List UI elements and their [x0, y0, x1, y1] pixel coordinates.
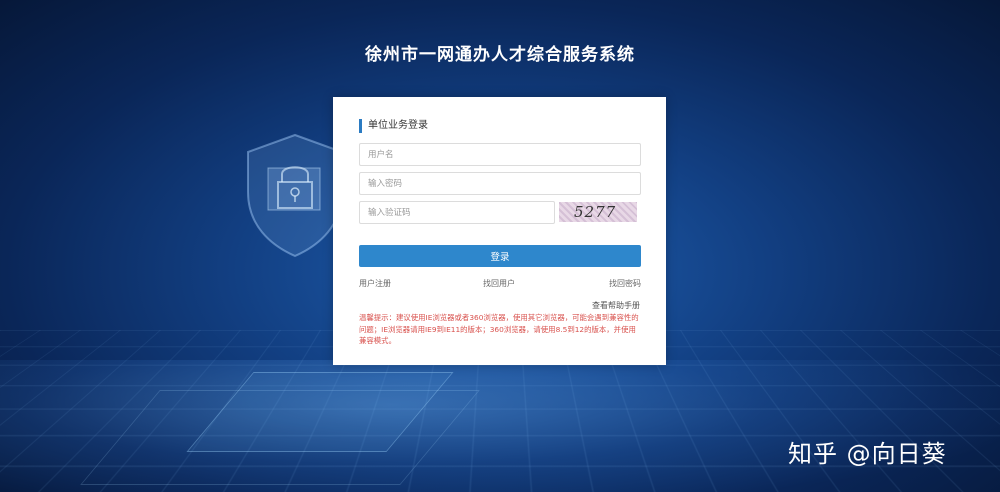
recover-password-link[interactable]: 找回密码 [609, 278, 641, 289]
login-button[interactable]: 登录 [359, 245, 641, 267]
page-title: 徐州市一网通办人才综合服务系统 [365, 45, 635, 65]
browser-tip: 温馨提示：建议使用IE浏览器或者360浏览器，使用其它浏览器，可能会遇到兼容性的… [359, 313, 639, 345]
captcha-image[interactable]: 5277 [559, 202, 637, 222]
register-link[interactable]: 用户注册 [359, 278, 391, 289]
login-panel: 单位业务登录 5277 登录 用户注册 找回用户 找回密码 查看帮助手册 温馨提… [333, 97, 666, 365]
password-input[interactable] [359, 172, 641, 195]
recover-user-link[interactable]: 找回用户 [483, 278, 515, 289]
captcha-input[interactable] [359, 201, 555, 224]
account-links: 用户注册 找回用户 找回密码 [359, 278, 641, 290]
login-heading: 单位业务登录 [359, 119, 428, 133]
help-manual-link[interactable]: 查看帮助手册 [592, 300, 640, 311]
watermark: 知乎 @向日葵 [788, 440, 947, 468]
username-input[interactable] [359, 143, 641, 166]
